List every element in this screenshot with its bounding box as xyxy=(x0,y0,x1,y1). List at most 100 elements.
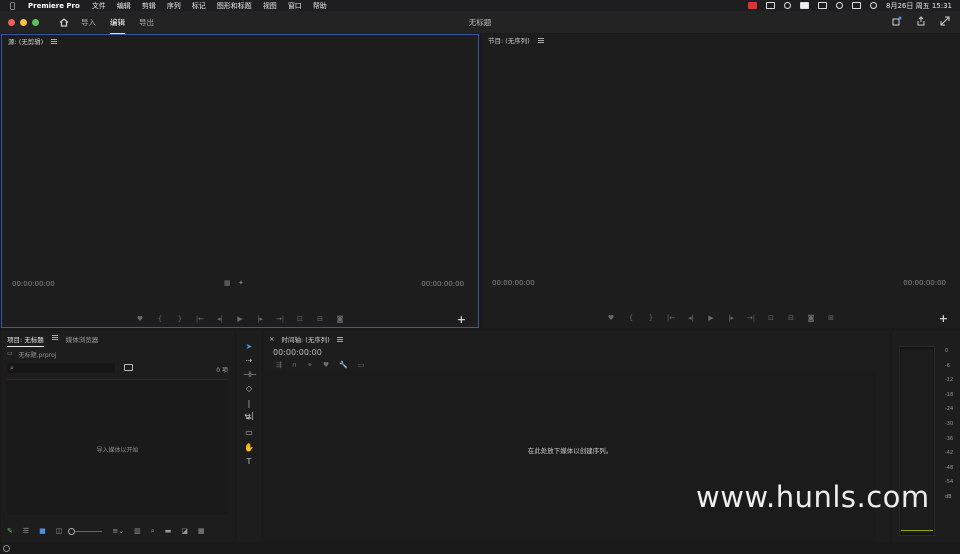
go-to-out-icon[interactable]: →| xyxy=(276,315,285,325)
fullscreen-video-icon[interactable] xyxy=(940,16,950,26)
tab-media-browser[interactable]: 媒体浏览器 xyxy=(66,334,99,347)
write-toggle-icon[interactable]: ✎ xyxy=(7,527,13,535)
freeform-view-icon[interactable]: ◫ xyxy=(56,527,63,535)
source-title[interactable]: 源: (无剪辑) xyxy=(8,36,43,46)
new-bin-icon[interactable] xyxy=(124,364,133,371)
workspaces-icon[interactable] xyxy=(892,16,902,26)
menu-graphics[interactable]: 图形和标题 xyxy=(217,1,252,11)
captions-icon[interactable]: ▭ xyxy=(358,361,365,369)
ripple-edit-tool-icon[interactable]: ⊣⊢ xyxy=(243,369,257,381)
add-button[interactable]: + xyxy=(939,312,948,325)
menu-markers[interactable]: 标记 xyxy=(192,1,206,11)
export-frame-icon[interactable]: ◙ xyxy=(807,314,816,324)
export-frame-icon[interactable]: ◙ xyxy=(336,315,345,325)
hand-tool-icon[interactable]: ✋ xyxy=(243,442,255,454)
slip-tool-icon[interactable]: |↔| xyxy=(243,398,255,420)
toggle-icon[interactable] xyxy=(852,2,862,9)
fullscreen-icon[interactable] xyxy=(32,18,39,26)
tab-project[interactable]: 项目: 无标题 xyxy=(7,334,44,347)
wifi-off-icon[interactable] xyxy=(784,2,792,9)
selection-tool-icon[interactable]: ➤ xyxy=(243,341,255,353)
menu-edit[interactable]: 编辑 xyxy=(117,1,131,11)
nest-icon[interactable]: ⇶ xyxy=(276,361,282,369)
new-bin-footer-icon[interactable]: ▬ xyxy=(165,527,172,535)
program-timecode-current[interactable]: 00:00:00:00 xyxy=(492,279,535,287)
tab-edit[interactable]: 编辑 xyxy=(110,15,125,34)
timeline-timecode[interactable]: 00:00:00:00 xyxy=(273,348,322,357)
apple-icon[interactable]:  xyxy=(10,1,18,10)
panel-menu-icon[interactable] xyxy=(51,335,58,340)
track-select-tool-icon[interactable]: ⇢ xyxy=(243,355,255,367)
input-source-icon[interactable] xyxy=(800,2,810,9)
go-to-in-icon[interactable]: |← xyxy=(667,314,676,324)
lift-icon[interactable]: ⊡ xyxy=(767,314,776,324)
menu-view[interactable]: 视图 xyxy=(263,1,277,11)
timeline-drop-area[interactable]: 在此处放下媒体以创建序列。 xyxy=(264,371,876,542)
clear-icon[interactable]: ▦ xyxy=(198,527,205,535)
menu-file[interactable]: 文件 xyxy=(92,1,106,11)
snap-icon[interactable]: ∩ xyxy=(292,361,297,369)
mark-in-icon[interactable]: { xyxy=(627,314,636,324)
list-view-icon[interactable]: ☰ xyxy=(23,527,29,535)
play-icon[interactable]: ▶ xyxy=(707,314,716,324)
battery-icon[interactable] xyxy=(766,2,776,9)
search-input[interactable]: ⌕ xyxy=(7,363,115,373)
add-marker-icon[interactable]: ♥ xyxy=(136,315,145,325)
insert-icon[interactable]: ⊡ xyxy=(296,315,305,325)
pen-tool-icon[interactable]: ✒ xyxy=(243,413,255,425)
siri-icon[interactable] xyxy=(870,2,878,9)
add-button[interactable]: + xyxy=(457,313,466,326)
share-icon[interactable] xyxy=(916,16,926,26)
overwrite-icon[interactable]: ⊟ xyxy=(316,315,325,325)
source-timecode-current[interactable]: 00:00:00:00 xyxy=(12,280,55,288)
find-icon[interactable]: ⌕ xyxy=(151,527,155,536)
play-icon[interactable]: ▶ xyxy=(236,315,245,325)
rectangle-tool-icon[interactable]: ▭ xyxy=(243,427,255,439)
program-title[interactable]: 节目: (无序列) xyxy=(488,35,530,45)
razor-tool-icon[interactable]: ◇ xyxy=(243,383,255,395)
menu-window[interactable]: 窗口 xyxy=(288,1,302,11)
record-icon[interactable] xyxy=(748,2,758,9)
step-forward-icon[interactable]: |▸ xyxy=(727,314,736,324)
menu-sequence[interactable]: 序列 xyxy=(167,1,181,11)
home-icon[interactable] xyxy=(59,17,69,27)
icon-view-icon[interactable]: ■ xyxy=(39,527,46,535)
close-tab-icon[interactable]: × xyxy=(269,335,274,343)
minimize-icon[interactable] xyxy=(20,18,27,26)
menu-help[interactable]: 帮助 xyxy=(313,1,327,11)
panel-menu-icon[interactable] xyxy=(537,37,544,43)
drag-video-icon[interactable]: ▦ xyxy=(224,279,231,287)
tab-import[interactable]: 导入 xyxy=(81,15,96,30)
step-back-icon[interactable]: ◂| xyxy=(687,314,696,324)
go-to-in-icon[interactable]: |← xyxy=(196,315,205,325)
close-icon[interactable] xyxy=(8,18,15,26)
panel-menu-icon[interactable] xyxy=(51,38,58,44)
sort-icon[interactable]: ≡⌄ xyxy=(112,527,124,535)
search-icon[interactable] xyxy=(836,2,844,9)
step-forward-icon[interactable]: |▸ xyxy=(256,315,265,325)
extract-icon[interactable]: ⊟ xyxy=(787,314,796,324)
drag-audio-icon[interactable]: ✦ xyxy=(238,279,244,287)
type-tool-icon[interactable]: T xyxy=(243,456,255,468)
linked-selection-icon[interactable]: ⚭ xyxy=(307,361,313,369)
control-center-icon[interactable] xyxy=(818,2,828,9)
add-marker-icon[interactable]: ♥ xyxy=(607,314,616,324)
media-drop-area[interactable]: 导入媒体以开始 xyxy=(7,379,228,515)
automate-icon[interactable]: ▥ xyxy=(134,527,141,535)
go-to-out-icon[interactable]: →| xyxy=(747,314,756,324)
panel-menu-icon[interactable] xyxy=(336,336,343,342)
new-item-icon[interactable]: ◪ xyxy=(181,527,188,535)
step-back-icon[interactable]: ◂| xyxy=(216,315,225,325)
add-marker-icon[interactable]: ♥ xyxy=(323,361,329,369)
app-menu[interactable]: Premiere Pro xyxy=(28,2,80,10)
mark-in-icon[interactable]: { xyxy=(156,315,165,325)
settings-wrench-icon[interactable]: 🔧 xyxy=(339,361,348,369)
tab-export[interactable]: 导出 xyxy=(139,15,154,30)
timeline-title[interactable]: 时间轴: (无序列) xyxy=(281,334,329,344)
comparison-view-icon[interactable]: ⊞ xyxy=(827,314,836,324)
clock[interactable]: 8月26日 周五 15:31 xyxy=(886,1,952,11)
mark-out-icon[interactable]: } xyxy=(176,315,185,325)
status-icon[interactable] xyxy=(3,545,10,552)
zoom-slider[interactable] xyxy=(68,527,103,535)
mark-out-icon[interactable]: } xyxy=(647,314,656,324)
